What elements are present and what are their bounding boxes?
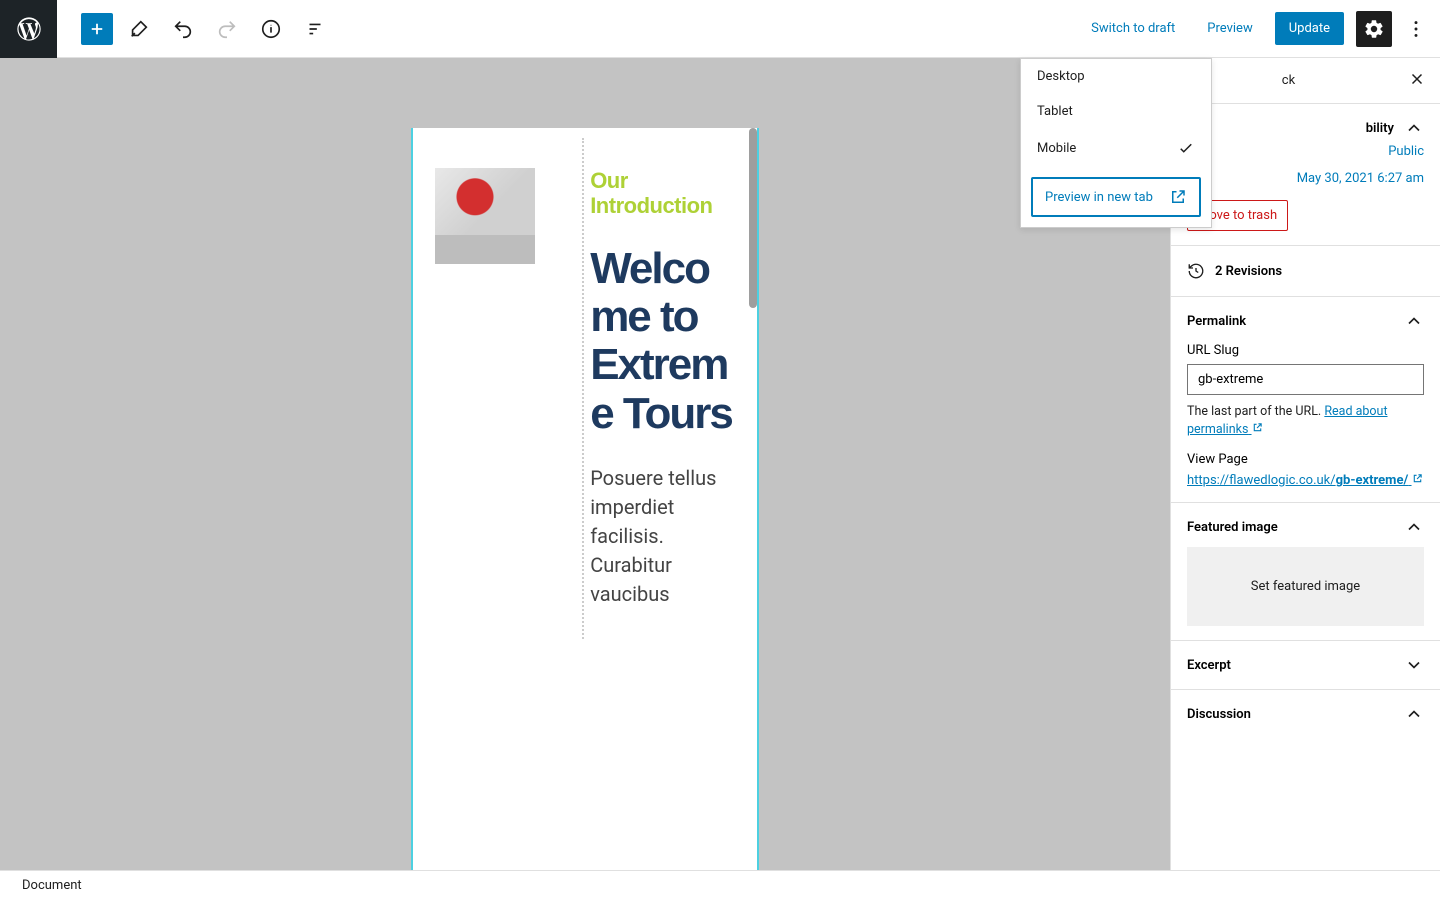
chevron-up-icon[interactable] bbox=[1404, 517, 1424, 537]
chevron-up-icon[interactable] bbox=[1404, 118, 1424, 138]
excerpt-panel[interactable]: Excerpt bbox=[1171, 641, 1440, 690]
preview-desktop-option[interactable]: Desktop bbox=[1021, 59, 1211, 94]
close-sidebar-button[interactable] bbox=[1400, 62, 1434, 100]
revisions-row[interactable]: 2 Revisions bbox=[1171, 246, 1440, 297]
set-featured-image-button[interactable]: Set featured image bbox=[1187, 547, 1424, 626]
mobile-preview-frame[interactable]: Our Introduction Welcome to Extreme Tour… bbox=[411, 128, 759, 870]
view-page-label: View Page bbox=[1187, 452, 1424, 467]
publish-date-value[interactable]: May 30, 2021 6:27 am bbox=[1297, 171, 1424, 186]
chevron-down-icon bbox=[1404, 655, 1424, 675]
add-block-button[interactable] bbox=[81, 13, 113, 45]
preview-tablet-option[interactable]: Tablet bbox=[1021, 94, 1211, 129]
tools-button[interactable] bbox=[121, 11, 157, 47]
column-left[interactable] bbox=[425, 138, 572, 639]
eyebrow-heading[interactable]: Our Introduction bbox=[590, 168, 739, 219]
editor-toolbar: Switch to draft Preview Update bbox=[0, 0, 1440, 58]
toolbar-right-group: Switch to draft Preview Update bbox=[1081, 11, 1440, 47]
check-icon bbox=[1177, 139, 1195, 157]
paragraph-block[interactable]: Posuere tellus imperdiet facilisis. Cura… bbox=[590, 464, 739, 609]
more-options-button[interactable] bbox=[1404, 11, 1428, 47]
url-slug-input[interactable] bbox=[1187, 364, 1424, 395]
permalink-title: Permalink bbox=[1187, 314, 1246, 329]
tab-block[interactable]: ck bbox=[1268, 61, 1309, 100]
chevron-up-icon bbox=[1404, 704, 1424, 724]
preview-new-tab-button[interactable]: Preview in new tab bbox=[1031, 177, 1201, 217]
featured-image-title: Featured image bbox=[1187, 520, 1278, 535]
redo-button[interactable] bbox=[209, 11, 245, 47]
switch-to-draft-button[interactable]: Switch to draft bbox=[1081, 13, 1185, 44]
url-slug-label: URL Slug bbox=[1187, 343, 1424, 358]
columns-block[interactable]: Our Introduction Welcome to Extreme Tour… bbox=[425, 138, 745, 639]
featured-image-panel: Featured image Set featured image bbox=[1171, 503, 1440, 641]
status-visibility-title: bility bbox=[1366, 121, 1394, 136]
discussion-panel[interactable]: Discussion bbox=[1171, 690, 1440, 738]
undo-button[interactable] bbox=[165, 11, 201, 47]
visibility-value[interactable]: Public bbox=[1388, 144, 1424, 159]
history-icon bbox=[1187, 262, 1205, 280]
toolbar-left-group bbox=[81, 11, 333, 47]
preview-dropdown: Desktop Tablet Mobile Preview in new tab bbox=[1020, 58, 1212, 228]
column-right[interactable]: Our Introduction Welcome to Extreme Tour… bbox=[582, 138, 745, 639]
wordpress-logo[interactable] bbox=[0, 0, 57, 58]
frame-scrollbar[interactable] bbox=[749, 128, 757, 308]
permalink-panel: Permalink URL Slug The last part of the … bbox=[1171, 297, 1440, 503]
preview-button[interactable]: Preview bbox=[1197, 13, 1262, 44]
breadcrumb[interactable]: Document bbox=[0, 870, 1440, 900]
skier-image[interactable] bbox=[435, 168, 535, 264]
outline-button[interactable] bbox=[297, 11, 333, 47]
external-link-icon bbox=[1169, 188, 1187, 206]
main-heading[interactable]: Welcome to Extreme Tours bbox=[590, 245, 739, 439]
permalink-helper: The last part of the URL. Read about per… bbox=[1187, 403, 1424, 438]
update-button[interactable]: Update bbox=[1275, 12, 1344, 45]
chevron-up-icon[interactable] bbox=[1404, 311, 1424, 331]
preview-mobile-option[interactable]: Mobile bbox=[1021, 129, 1211, 167]
editor-canvas: Our Introduction Welcome to Extreme Tour… bbox=[0, 58, 1170, 870]
permalink-url[interactable]: https://flawedlogic.co.uk/gb-extreme/ bbox=[1187, 473, 1424, 488]
settings-button[interactable] bbox=[1356, 11, 1392, 47]
details-button[interactable] bbox=[253, 11, 289, 47]
